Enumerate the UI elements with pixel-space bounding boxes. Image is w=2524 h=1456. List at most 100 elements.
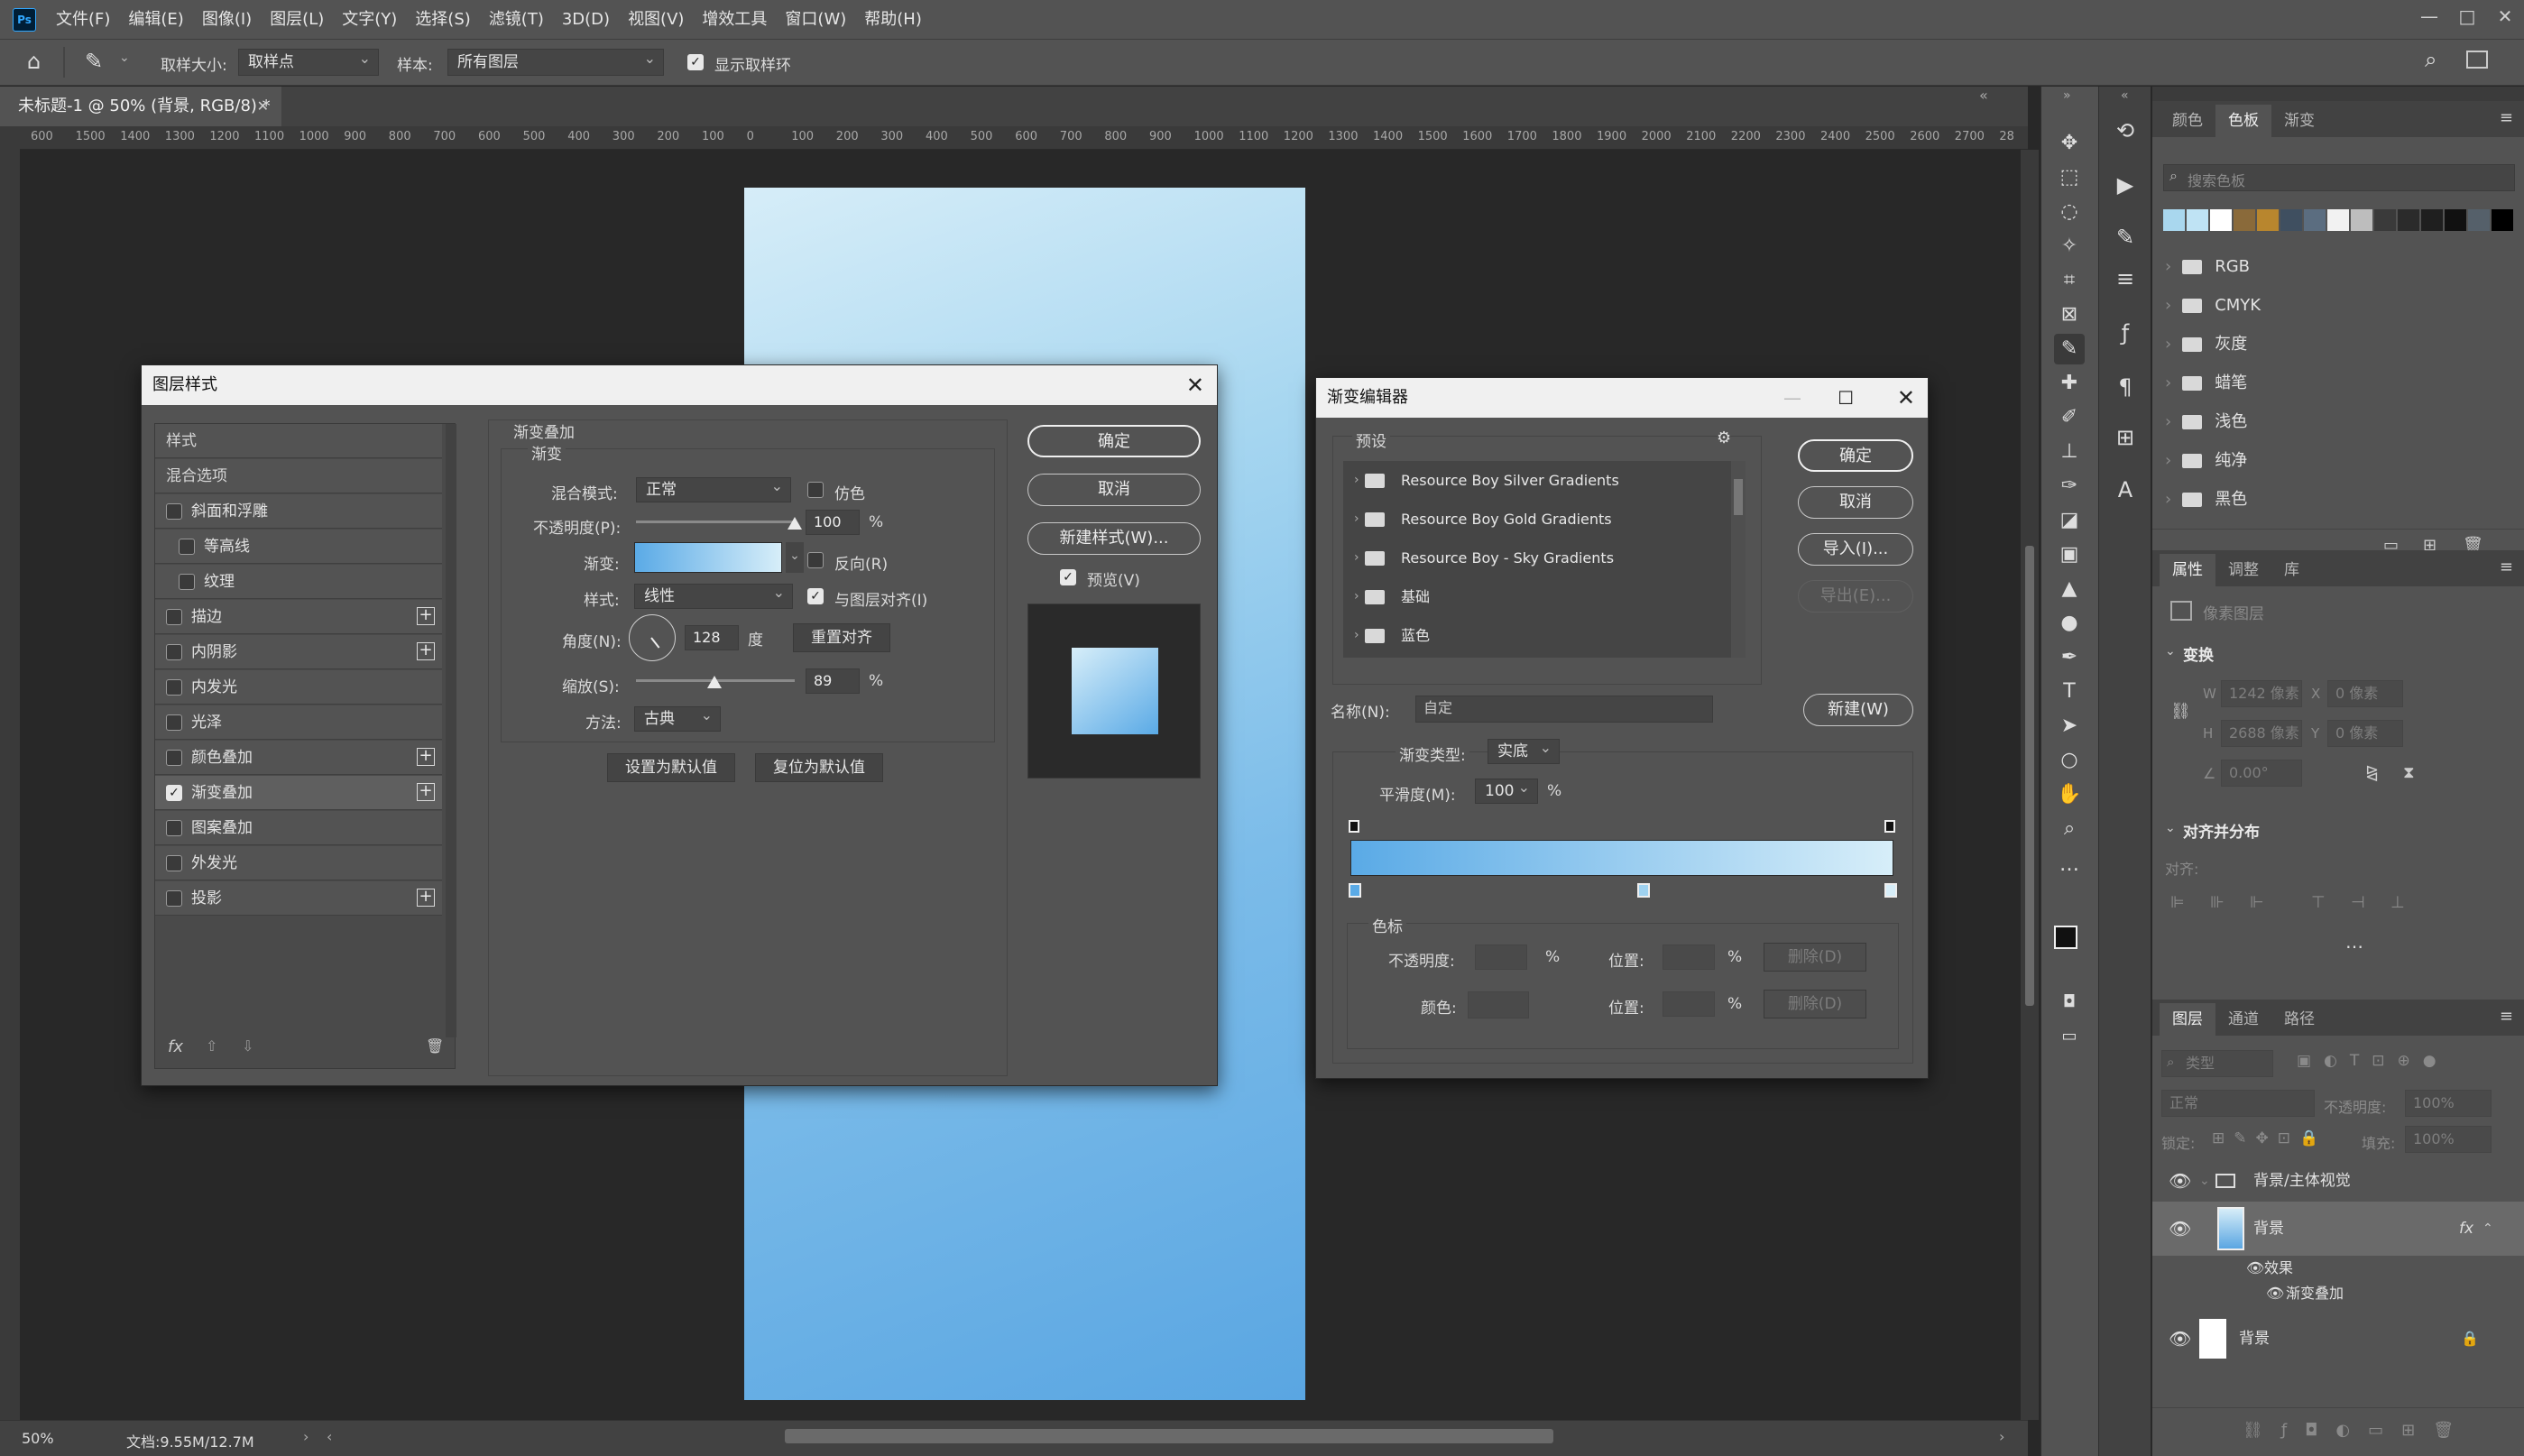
- align-right-icon[interactable]: ⊩: [2250, 893, 2264, 912]
- show-ring-checkbox[interactable]: ✓: [687, 54, 704, 70]
- style-item-checkbox[interactable]: [166, 609, 182, 625]
- color-swatch[interactable]: [2163, 209, 2185, 231]
- filter-icons[interactable]: ▣◐T⊡⊕●: [2297, 1052, 2449, 1070]
- opacity-field[interactable]: 100: [806, 510, 860, 535]
- style-item[interactable]: 外发光: [155, 846, 442, 880]
- actions-panel-icon[interactable]: ▶: [2110, 170, 2141, 200]
- color-swatch[interactable]: [2234, 209, 2255, 231]
- opacity-slider[interactable]: [636, 521, 795, 523]
- import-button[interactable]: 导入(I)...: [1798, 533, 1913, 566]
- stop-opacity-field[interactable]: [1475, 945, 1527, 970]
- panel-menu-icon[interactable]: ≡: [2500, 108, 2513, 127]
- flip-horizontal-icon[interactable]: ⧎: [2365, 763, 2379, 782]
- layer-filter-select[interactable]: 类型: [2161, 1050, 2273, 1077]
- gear-icon[interactable]: ⚙: [1717, 429, 1731, 447]
- maximize-icon[interactable]: ☐: [1838, 378, 1854, 418]
- scroll-left-icon[interactable]: ‹: [327, 1428, 332, 1445]
- color-stop-left[interactable]: [1349, 883, 1361, 898]
- ok-button[interactable]: 确定: [1027, 425, 1201, 457]
- blur-tool-icon[interactable]: ▲: [2054, 574, 2085, 604]
- foreground-color-swatch[interactable]: [2054, 926, 2077, 949]
- ok-button[interactable]: 确定: [1798, 439, 1913, 472]
- flip-vertical-icon[interactable]: ⧗: [2403, 763, 2415, 782]
- color-stop-right[interactable]: [1884, 883, 1897, 898]
- close-tab-icon[interactable]: ✕: [257, 87, 269, 126]
- eye-icon[interactable]: 👁: [2266, 1281, 2284, 1306]
- eye-icon[interactable]: 👁: [2169, 1202, 2191, 1256]
- preset-folder[interactable]: › 蓝色: [1343, 616, 1746, 655]
- add-effect-icon[interactable]: +: [417, 607, 435, 625]
- scroll-right-icon[interactable]: ›: [1999, 1428, 2004, 1445]
- layers-footer-icons[interactable]: ⛓ƒ◘◐▭⊞🗑: [2243, 1421, 2472, 1440]
- swatch-folder[interactable]: › 纯净: [2165, 443, 2247, 479]
- menu-layer[interactable]: 图层(L): [261, 0, 333, 39]
- opacity-stop-right[interactable]: [1884, 820, 1895, 833]
- preset-folder[interactable]: › Resource Boy Silver Gradients: [1343, 461, 1746, 500]
- y-field[interactable]: 0 像素: [2327, 720, 2403, 747]
- close-icon[interactable]: ✕: [1897, 378, 1915, 418]
- menu-help[interactable]: 帮助(H): [855, 0, 931, 39]
- frame-tool-icon[interactable]: ⊠: [2054, 299, 2085, 330]
- minimize-icon[interactable]: —: [1783, 378, 1801, 418]
- style-list-scrollbar[interactable]: [446, 424, 456, 1037]
- width-field[interactable]: 1242 像素: [2221, 680, 2302, 707]
- style-item-checkbox[interactable]: [166, 714, 182, 731]
- cancel-button[interactable]: 取消: [1798, 486, 1913, 519]
- preview-checkbox[interactable]: ✓: [1060, 569, 1076, 585]
- align-section[interactable]: 对齐并分布: [2183, 819, 2260, 842]
- sample-size-select[interactable]: 取样点: [238, 46, 379, 76]
- gradient-bar[interactable]: [1350, 840, 1893, 876]
- swatch-folder[interactable]: › 黑色: [2165, 482, 2247, 518]
- vertical-ruler[interactable]: [0, 150, 20, 1420]
- dither-checkbox[interactable]: [807, 482, 824, 498]
- tab-layers[interactable]: 图层: [2160, 1003, 2215, 1036]
- style-item-checkbox[interactable]: [166, 644, 182, 660]
- menu-3d[interactable]: 3D(D): [553, 0, 619, 39]
- lock-icons[interactable]: ⊞✎✥⊡🔒: [2212, 1129, 2327, 1147]
- menu-plugins[interactable]: 增效工具: [693, 0, 776, 39]
- tab-swatches[interactable]: 色板: [2215, 105, 2271, 137]
- home-icon[interactable]: ⌂: [27, 49, 41, 74]
- opacity-slider-knob[interactable]: [788, 517, 802, 530]
- swatch-folder[interactable]: › RGB: [2165, 249, 2250, 285]
- chevron-down-icon[interactable]: ⌄: [2199, 1160, 2210, 1202]
- stop-color-swatch[interactable]: [1468, 991, 1529, 1018]
- align-top-icon[interactable]: ⊤: [2311, 893, 2326, 912]
- align-bottom-icon[interactable]: ⊥: [2390, 893, 2405, 912]
- menu-filter[interactable]: 滤镜(T): [480, 0, 553, 39]
- transform-section[interactable]: 变换: [2183, 642, 2214, 665]
- style-item[interactable]: ✓ 渐变叠加 +: [155, 776, 442, 810]
- collapse-icon[interactable]: «: [2121, 88, 2129, 103]
- fx-icon[interactable]: fx: [2459, 1202, 2473, 1256]
- color-swatch[interactable]: [2445, 209, 2466, 231]
- chevron-down-icon[interactable]: ⌄: [786, 542, 804, 573]
- style-item-checkbox[interactable]: [179, 539, 195, 555]
- style-item-checkbox[interactable]: [179, 574, 195, 590]
- style-item[interactable]: 颜色叠加 +: [155, 741, 442, 775]
- gradient-tool-icon[interactable]: ▣: [2054, 539, 2085, 570]
- panel-menu-icon[interactable]: ≡: [2500, 558, 2513, 576]
- angle-dial[interactable]: [629, 614, 676, 661]
- chevron-down-icon[interactable]: ⌄: [2165, 821, 2176, 835]
- delete-icon[interactable]: 🗑: [426, 1037, 444, 1055]
- style-item[interactable]: 投影 +: [155, 881, 442, 916]
- collapse-icon[interactable]: »: [2063, 88, 2071, 103]
- brush-tool-icon[interactable]: ✐: [2054, 402, 2085, 433]
- style-item-checkbox[interactable]: ✓: [166, 785, 182, 801]
- eye-icon[interactable]: 👁: [2169, 1160, 2191, 1202]
- eye-icon[interactable]: 👁: [2169, 1313, 2191, 1364]
- menu-file[interactable]: 文件(F): [47, 0, 119, 39]
- hand-tool-icon[interactable]: ✋: [2054, 779, 2085, 810]
- menu-window[interactable]: 窗口(W): [776, 0, 855, 39]
- align-layer-checkbox[interactable]: ✓: [807, 588, 824, 604]
- layer-group-row[interactable]: 👁 ⌄ 背景/主体视觉: [2152, 1160, 2524, 1202]
- stop-color-location-field[interactable]: [1663, 991, 1715, 1017]
- pen-tool-icon[interactable]: ✒: [2054, 642, 2085, 673]
- minimize-button[interactable]: —: [2410, 0, 2448, 32]
- cancel-button[interactable]: 取消: [1027, 474, 1201, 506]
- angle-field[interactable]: 0.00°: [2221, 760, 2302, 787]
- method-select[interactable]: 古典: [634, 704, 721, 732]
- screen-mode-icon[interactable]: ▭: [2054, 1021, 2085, 1052]
- tab-channels[interactable]: 通道: [2215, 1003, 2271, 1036]
- type-tool-icon[interactable]: T: [2054, 677, 2085, 707]
